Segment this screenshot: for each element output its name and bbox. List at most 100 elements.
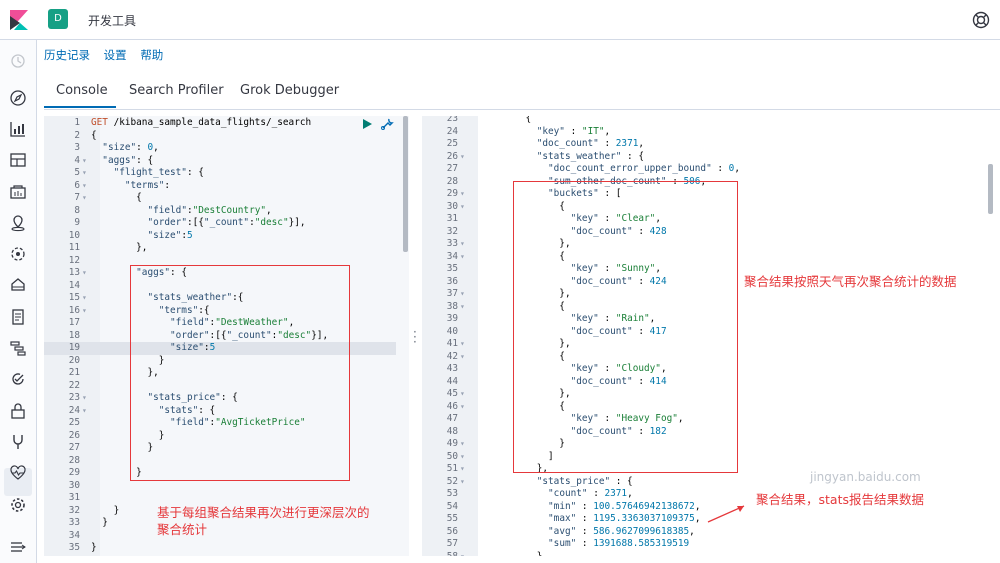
line-number: 7 [74, 192, 80, 203]
code-text: } [91, 542, 97, 553]
dev-tools-wrench-icon[interactable] [9, 433, 27, 451]
line-number: 49 [446, 438, 458, 449]
code-text: } [91, 504, 120, 516]
code-text: { [91, 192, 142, 203]
line-number: 23 [446, 116, 458, 124]
line-number: 5 [74, 167, 80, 178]
logs-icon[interactable] [9, 308, 27, 326]
line-number: 24 [446, 125, 458, 137]
line-number: 9 [74, 217, 80, 228]
fold-chevron-icon[interactable]: ▾ [82, 155, 87, 168]
monitoring-heartbeat-icon[interactable] [9, 464, 27, 482]
code-text: "stats_price" : { [536, 475, 633, 487]
infra-icon[interactable] [9, 276, 27, 294]
canvas-icon[interactable] [9, 183, 27, 201]
fold-chevron-icon[interactable]: ▾ [82, 192, 87, 205]
line-number: 19 [68, 342, 80, 353]
line-number: 28 [68, 454, 80, 466]
line-number: 29 [446, 188, 458, 199]
line-number: 46 [446, 400, 458, 412]
console-menu: 历史记录 设置 帮助 [44, 47, 173, 63]
fold-chevron-icon[interactable]: ▾ [460, 351, 465, 364]
line-number: 52 [446, 475, 458, 487]
response-scrollbar[interactable] [988, 164, 993, 214]
line-number: 4 [74, 154, 80, 166]
line-number: 3 [74, 142, 80, 153]
fold-chevron-icon[interactable]: ▾ [460, 338, 465, 351]
uptime-icon[interactable] [9, 370, 27, 388]
line-number: 57 [446, 538, 458, 549]
fold-chevron-icon[interactable]: ▾ [82, 305, 87, 318]
line-number: 1 [74, 117, 80, 128]
run-request-play-icon[interactable] [361, 118, 373, 130]
line-number: 20 [68, 354, 80, 366]
fold-chevron-icon[interactable]: ▾ [82, 267, 87, 280]
line-number: 28 [446, 175, 458, 187]
dashboard-icon[interactable] [9, 151, 27, 169]
tab-console[interactable]: Console [56, 83, 108, 98]
fold-chevron-icon[interactable]: ▾ [460, 288, 465, 301]
fold-chevron-icon[interactable]: ▾ [460, 401, 465, 414]
fold-chevron-icon[interactable]: ▾ [82, 292, 87, 305]
code-text: "sum" : 1391688.585319519 [548, 538, 690, 549]
line-number: 50 [446, 450, 458, 462]
line-number: 30 [446, 200, 458, 212]
recent-clock-icon[interactable] [9, 52, 27, 70]
help-link[interactable]: 帮助 [140, 48, 163, 62]
line-number: 14 [68, 279, 80, 291]
apm-icon[interactable] [9, 339, 27, 357]
fold-chevron-icon[interactable]: ▾ [460, 438, 465, 451]
line-number: 32 [446, 225, 458, 237]
collapse-nav-icon[interactable] [9, 538, 27, 556]
kibana-logo-icon[interactable] [10, 10, 28, 30]
code-text: { [469, 116, 532, 124]
fold-chevron-icon[interactable]: ▾ [82, 180, 87, 193]
tab-search-profiler[interactable]: Search Profiler [129, 83, 224, 98]
line-number: 30 [68, 479, 80, 491]
fold-chevron-icon[interactable]: ▾ [460, 551, 465, 557]
line-number: 33 [446, 238, 458, 249]
line-number: 34 [446, 250, 458, 262]
fold-chevron-icon[interactable]: ▾ [82, 392, 87, 405]
help-lifebuoy-icon[interactable] [972, 11, 990, 29]
panel-resize-handle[interactable]: · · · [413, 326, 417, 348]
space-avatar[interactable]: D [48, 9, 68, 29]
code-text: "key" : "IT", [536, 125, 611, 137]
watermark: jingyan.baidu.com [810, 470, 921, 484]
line-number: 33 [68, 517, 80, 528]
fold-chevron-icon[interactable]: ▾ [460, 301, 465, 314]
nested-aggs-highlight-box [130, 265, 350, 481]
tab-grok-debugger[interactable]: Grok Debugger [240, 83, 339, 98]
annotation-arrow-icon [707, 505, 745, 523]
code-text: } [91, 517, 108, 528]
fold-chevron-icon[interactable]: ▾ [460, 451, 465, 464]
fold-chevron-icon[interactable]: ▾ [460, 238, 465, 251]
siem-lock-icon[interactable] [9, 402, 27, 420]
fold-chevron-icon[interactable]: ▾ [460, 251, 465, 264]
code-text: "order":[{"_count":"desc"}], [147, 217, 306, 228]
visualize-chart-icon[interactable] [9, 120, 27, 138]
maps-icon[interactable] [9, 214, 27, 232]
management-gear-icon[interactable] [9, 496, 27, 514]
buckets-highlight-box [513, 181, 738, 473]
line-number: 31 [68, 492, 80, 503]
code-text: "stats_weather" : { [536, 150, 644, 162]
request-settings-wrench-icon[interactable] [380, 117, 394, 131]
line-number: 26 [68, 429, 80, 441]
fold-chevron-icon[interactable]: ▾ [460, 463, 465, 476]
history-link[interactable]: 历史记录 [44, 48, 90, 62]
ml-icon[interactable] [9, 245, 27, 263]
fold-chevron-icon[interactable]: ▾ [82, 405, 87, 418]
fold-chevron-icon[interactable]: ▾ [82, 167, 87, 180]
request-scrollbar[interactable] [403, 116, 408, 252]
settings-link[interactable]: 设置 [104, 48, 127, 62]
fold-chevron-icon[interactable]: ▾ [460, 476, 465, 489]
line-number: 27 [446, 163, 458, 174]
fold-chevron-icon[interactable]: ▾ [460, 201, 465, 214]
fold-chevron-icon[interactable]: ▾ [460, 188, 465, 201]
fold-chevron-icon[interactable]: ▾ [460, 388, 465, 401]
fold-chevron-icon[interactable]: ▾ [460, 151, 465, 164]
line-number: 56 [446, 525, 458, 537]
line-number: 23 [68, 392, 80, 403]
discover-compass-icon[interactable] [9, 89, 27, 107]
